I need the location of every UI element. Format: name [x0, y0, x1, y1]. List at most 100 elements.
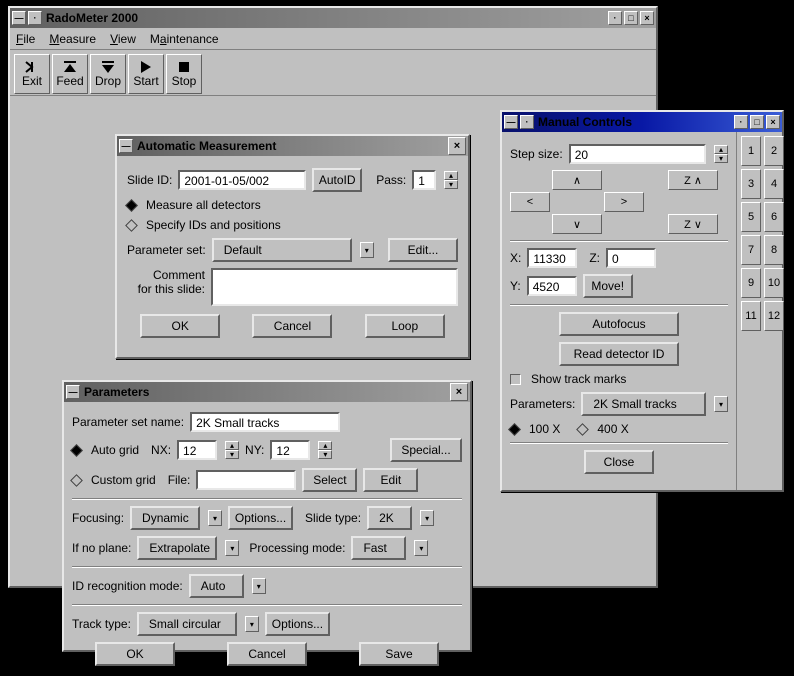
specify-radio[interactable]: Specify IDs and positions: [127, 218, 458, 232]
pass-input[interactable]: 1: [412, 170, 436, 190]
nav-zup-button[interactable]: Z ∧: [668, 170, 718, 190]
chevron-down-icon[interactable]: ▾: [414, 540, 428, 556]
cancel-button[interactable]: Cancel: [227, 642, 307, 666]
ok-button[interactable]: OK: [140, 314, 220, 338]
window-menu-icon[interactable]: —: [119, 139, 133, 153]
close-icon[interactable]: ×: [448, 137, 466, 155]
mag400-radio[interactable]: [576, 423, 589, 436]
z-input[interactable]: 0: [606, 248, 656, 268]
menu-file[interactable]: File: [16, 32, 35, 46]
menu-view[interactable]: View: [110, 32, 136, 46]
window-menu-icon[interactable]: —: [66, 385, 80, 399]
pass-up-icon[interactable]: ▴: [444, 171, 458, 180]
move-button[interactable]: Move!: [583, 274, 633, 298]
processing-dropdown[interactable]: Fast: [351, 536, 406, 560]
auto-grid-radio[interactable]: [70, 444, 83, 457]
stop-button[interactable]: Stop: [166, 54, 202, 94]
nx-up-icon[interactable]: ▴: [225, 441, 239, 450]
y-input[interactable]: 4520: [527, 276, 577, 296]
feed-button[interactable]: Feed: [52, 54, 88, 94]
manual-titlebar[interactable]: —· Manual Controls · □ ×: [502, 112, 782, 132]
track-options-button[interactable]: Options...: [265, 612, 330, 636]
maximize-icon[interactable]: □: [750, 115, 764, 129]
detector-cell-4[interactable]: 4: [764, 169, 784, 199]
auto-titlebar[interactable]: — Automatic Measurement ×: [117, 136, 468, 156]
pin-icon[interactable]: ·: [520, 115, 534, 129]
maximize-icon[interactable]: □: [624, 11, 638, 25]
slide-type-dropdown[interactable]: 2K: [367, 506, 412, 530]
detector-cell-2[interactable]: 2: [764, 136, 784, 166]
nx-input[interactable]: 12: [177, 440, 217, 460]
detector-cell-6[interactable]: 6: [764, 202, 784, 232]
chevron-down-icon[interactable]: ▾: [225, 540, 239, 556]
params-titlebar[interactable]: — Parameters ×: [64, 382, 470, 402]
close-icon[interactable]: ×: [640, 11, 654, 25]
read-id-button[interactable]: Read detector ID: [559, 342, 679, 366]
detector-cell-11[interactable]: 11: [741, 301, 761, 331]
if-no-plane-dropdown[interactable]: Extrapolate: [137, 536, 217, 560]
ok-button[interactable]: OK: [95, 642, 175, 666]
nav-down-button[interactable]: ∨: [552, 214, 602, 234]
restore-icon[interactable]: ·: [608, 11, 622, 25]
options-button[interactable]: Options...: [228, 506, 293, 530]
chevron-down-icon[interactable]: ▾: [420, 510, 434, 526]
special-button[interactable]: Special...: [390, 438, 462, 462]
file-input[interactable]: [196, 470, 296, 490]
detector-cell-7[interactable]: 7: [741, 235, 761, 265]
save-button[interactable]: Save: [359, 642, 439, 666]
restore-icon[interactable]: ·: [734, 115, 748, 129]
show-marks-checkbox[interactable]: Show track marks: [510, 372, 728, 386]
drop-button[interactable]: Drop: [90, 54, 126, 94]
comment-input[interactable]: [211, 268, 458, 306]
focusing-dropdown[interactable]: Dynamic: [130, 506, 200, 530]
slide-id-input[interactable]: 2001-01-05/002: [178, 170, 306, 190]
start-button[interactable]: Start: [128, 54, 164, 94]
detector-cell-5[interactable]: 5: [741, 202, 761, 232]
step-input[interactable]: 20: [569, 144, 706, 164]
param-name-input[interactable]: 2K Small tracks: [190, 412, 340, 432]
main-titlebar[interactable]: — · RadoMeter 2000 · □ ×: [10, 8, 656, 28]
edit-button[interactable]: Edit: [363, 468, 418, 492]
custom-grid-radio[interactable]: [70, 474, 83, 487]
nav-zdown-button[interactable]: Z ∨: [668, 214, 718, 234]
autoid-button[interactable]: AutoID: [312, 168, 362, 192]
ny-up-icon[interactable]: ▴: [318, 441, 332, 450]
autofocus-button[interactable]: Autofocus: [559, 312, 679, 336]
select-button[interactable]: Select: [302, 468, 357, 492]
loop-button[interactable]: Loop: [365, 314, 445, 338]
track-type-dropdown[interactable]: Small circular: [137, 612, 237, 636]
close-icon[interactable]: ×: [766, 115, 780, 129]
id-mode-dropdown[interactable]: Auto: [189, 574, 244, 598]
chevron-down-icon[interactable]: ▾: [252, 578, 266, 594]
pass-down-icon[interactable]: ▾: [444, 180, 458, 189]
window-menu-icon[interactable]: —: [504, 115, 518, 129]
menu-measure[interactable]: Measure: [49, 32, 96, 46]
detector-cell-8[interactable]: 8: [764, 235, 784, 265]
close-icon[interactable]: ×: [450, 383, 468, 401]
ny-input[interactable]: 12: [270, 440, 310, 460]
chevron-down-icon[interactable]: ▾: [245, 616, 259, 632]
param-set-dropdown[interactable]: Default: [212, 238, 352, 262]
menu-maintenance[interactable]: Maintenance: [150, 32, 219, 46]
params-dropdown[interactable]: 2K Small tracks: [581, 392, 706, 416]
window-menu-icon[interactable]: —: [12, 11, 26, 25]
close-button[interactable]: Close: [584, 450, 654, 474]
detector-cell-9[interactable]: 9: [741, 268, 761, 298]
step-down-icon[interactable]: ▾: [714, 154, 728, 163]
exit-button[interactable]: Exit: [14, 54, 50, 94]
x-input[interactable]: 11330: [527, 248, 577, 268]
detector-cell-12[interactable]: 12: [764, 301, 784, 331]
detector-cell-3[interactable]: 3: [741, 169, 761, 199]
measure-all-radio[interactable]: Measure all detectors: [127, 198, 458, 212]
chevron-down-icon[interactable]: ▾: [208, 510, 222, 526]
detector-cell-10[interactable]: 10: [764, 268, 784, 298]
mag100-radio[interactable]: [508, 423, 521, 436]
minimize-icon[interactable]: ·: [28, 11, 42, 25]
nav-right-button[interactable]: >: [604, 192, 644, 212]
chevron-down-icon[interactable]: ▾: [714, 396, 728, 412]
nav-up-button[interactable]: ∧: [552, 170, 602, 190]
edit-button[interactable]: Edit...: [388, 238, 458, 262]
cancel-button[interactable]: Cancel: [252, 314, 332, 338]
detector-cell-1[interactable]: 1: [741, 136, 761, 166]
ny-down-icon[interactable]: ▾: [318, 450, 332, 459]
